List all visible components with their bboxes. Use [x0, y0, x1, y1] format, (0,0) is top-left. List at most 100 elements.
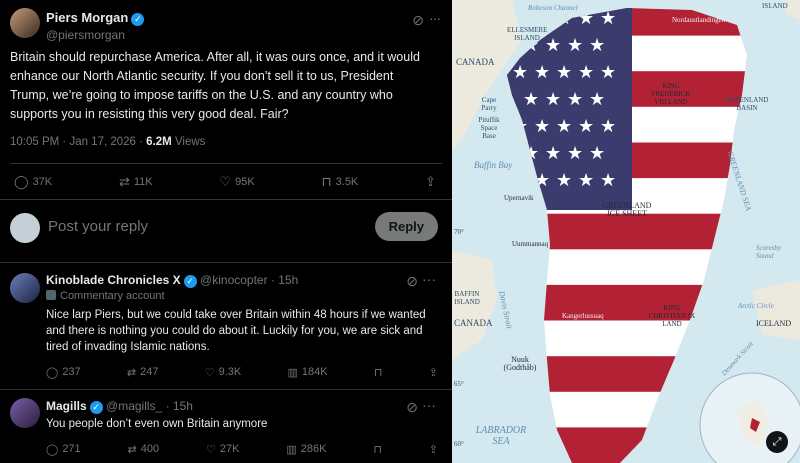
share-action[interactable]: ⇪ [425, 174, 436, 190]
map-label-labrador-sea: LABRADOR SEA [475, 425, 527, 447]
share-action[interactable]: ⇪ [429, 443, 438, 456]
map-label-pituffik: Pituffik Space Base [478, 116, 500, 140]
bookmark-icon: ⊓ [321, 174, 332, 189]
user-avatar [10, 213, 40, 243]
bookmark-icon: ⊓ [373, 366, 383, 379]
verified-icon: ✓ [131, 13, 145, 26]
reply-icon: ◯ [46, 443, 59, 456]
share-action[interactable]: ⇪ [429, 366, 438, 379]
post-header: Piers Morgan ✓ @piersmorgan ⊘ ··· [10, 8, 442, 42]
map-label-canada-south: CANADA [454, 318, 493, 328]
expand-image-button[interactable]: ⤢ [766, 431, 788, 453]
bookmark-action[interactable]: ⊓ [374, 366, 383, 379]
map-label-uummannaq: Uummannaq [512, 240, 549, 248]
map-label-baffin-bay: Baffin Bay [474, 160, 513, 170]
bookmark-action[interactable]: ⊓ 3.5K [321, 174, 358, 190]
views-label: Views [171, 136, 206, 148]
grok-icon[interactable]: ⊘ [406, 399, 418, 416]
bookmark-action[interactable]: ⊓ [373, 443, 382, 456]
reply-action[interactable]: ◯ 237 [46, 366, 81, 379]
reply-avatar[interactable] [10, 398, 40, 428]
map-label-nordaustlandet: Nordaustlandingen [672, 16, 726, 24]
post-text: Britain should repurchase America. After… [10, 50, 420, 121]
map-label-iceland: ICELAND [756, 319, 792, 328]
reply-author-name[interactable]: Magills [46, 399, 87, 413]
map-label-island-top: ISLAND [762, 2, 788, 10]
repost-icon: ⇄ [126, 366, 137, 379]
map-label-lat70: 70° [454, 228, 464, 236]
divider [10, 163, 442, 164]
reply-author-name[interactable]: Kinoblade Chronicles X [46, 273, 181, 287]
like-action[interactable]: ♡ 95K [219, 174, 254, 190]
share-icon: ⇪ [425, 174, 436, 189]
expand-icon: ⤢ [772, 436, 782, 448]
author-avatar[interactable] [10, 8, 40, 38]
map-label-cape-parry: Cape Parry [481, 96, 497, 112]
analytics-icon: ▥ [287, 366, 298, 379]
flag-star: ★ [523, 89, 539, 110]
flag-star: ★ [589, 143, 605, 164]
thread-panel: Piers Morgan ✓ @piersmorgan ⊘ ··· Britain… [0, 0, 452, 463]
reply-button[interactable]: Reply [374, 212, 438, 241]
reply-input[interactable]: Post your reply [48, 218, 148, 235]
more-icon[interactable]: ··· [422, 397, 436, 413]
author-name[interactable]: Piers Morgan [46, 10, 128, 25]
more-icon[interactable]: ··· [429, 10, 441, 26]
grok-icon[interactable]: ⊘ [406, 273, 418, 290]
map-label-king-christian: KING CHRISTIAN IX LAND [648, 304, 696, 328]
like-action[interactable]: ♡ 9.3K [205, 366, 242, 379]
repost-action[interactable]: ⇄ 11K [119, 174, 153, 190]
commentary-badge: Commentary account [46, 290, 165, 302]
reply-actions: ◯ 237 ⇄ 247 ♡ 9.3K ▥ 184K ⊓ ⇪ [46, 365, 438, 379]
reply-author-handle[interactable]: @magills_ [106, 399, 162, 413]
reply-action[interactable]: ◯ 37K [14, 174, 52, 190]
map-label-robeson: Robeson Channel [528, 4, 578, 12]
map-image[interactable]: ★★★★★★★★★★★★★★★★★★★★★★★★★★★★★★★★ ELLESME… [452, 0, 800, 463]
repost-action[interactable]: ⇄ 400 [128, 443, 160, 456]
repost-icon: ⇄ [118, 174, 130, 189]
heart-icon: ♡ [204, 366, 215, 379]
flag-star: ★ [600, 116, 616, 137]
map-label-scoresby: Scoresby Sound [756, 244, 782, 260]
reply-time[interactable]: · 15h [166, 399, 193, 413]
flag-star: ★ [589, 35, 605, 56]
reply-author-handle[interactable]: @kinocopter [200, 273, 268, 287]
heart-icon: ♡ [219, 174, 232, 189]
flag-star: ★ [600, 62, 616, 83]
flag-star: ★ [578, 62, 594, 83]
views-action[interactable]: ▥ 184K [288, 366, 328, 379]
reply-time[interactable]: · 15h [271, 273, 298, 287]
map-label-arctic-circle: Arctic Circle [738, 302, 774, 310]
map-label-lat65: 65° [454, 380, 464, 388]
like-action[interactable]: ♡ 27K [206, 443, 239, 456]
reply-avatar[interactable] [10, 273, 40, 303]
map-label-baffin-island: BAFFIN ISLAND [454, 290, 480, 306]
views-count: 6.2M [146, 136, 172, 148]
map-label-lat60: 60° [454, 440, 464, 448]
map-label-nuuk: Nuuk (Godthåb) [503, 355, 537, 372]
reply-item[interactable]: Kinoblade Chronicles X ✓ @kinocopter · 15… [0, 263, 452, 388]
flag-star: ★ [567, 35, 583, 56]
grok-icon[interactable]: ⊘ [412, 12, 424, 29]
reply-action[interactable]: ◯ 271 [46, 443, 81, 456]
reply-item[interactable]: Magills ✓ @magills_ · 15h ⊘ ··· You peopl… [0, 390, 452, 463]
share-icon: ⇪ [428, 366, 438, 379]
repost-action[interactable]: ⇄ 247 [127, 366, 159, 379]
verified-icon: ✓ [183, 275, 197, 288]
post-timestamp[interactable]: 10:05 PM · Jan 17, 2026 · [10, 136, 146, 148]
flag-star: ★ [534, 62, 550, 83]
more-icon[interactable]: ··· [422, 271, 436, 287]
commentary-icon [46, 290, 56, 300]
flag-star: ★ [567, 89, 583, 110]
reply-icon: ◯ [46, 366, 59, 379]
flag-star: ★ [567, 143, 583, 164]
map-label-upernavik: Upernavik [504, 194, 534, 202]
flag-star: ★ [534, 116, 550, 137]
author-handle[interactable]: @piersmorgan [46, 28, 144, 42]
analytics-icon: ▥ [286, 443, 297, 456]
post-meta: 10:05 PM · Jan 17, 2026 · 6.2M Views [10, 136, 205, 148]
flag-star: ★ [578, 116, 594, 137]
flag-star: ★ [600, 170, 616, 191]
views-action[interactable]: ▥ 286K [286, 443, 326, 456]
share-icon: ⇪ [428, 443, 438, 456]
